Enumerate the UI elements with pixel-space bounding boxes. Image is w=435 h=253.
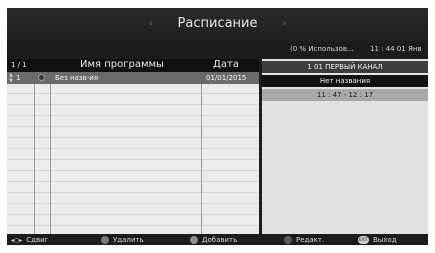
channel-name: 1 01 ПЕРВЫЙ КАНАЛ	[262, 61, 428, 73]
schedule-screen: ‹ Расписание › (0 % Использов... 11 : 44…	[7, 8, 428, 245]
schedule-list: ▲ ▼ 1 Без назв-ия 01/01/2015	[7, 72, 259, 239]
empty-grid-row	[7, 171, 259, 182]
row-date: 01/01/2015	[206, 74, 247, 82]
clock-text: 11 : 44 01 Янв	[370, 45, 422, 53]
green-button-icon	[190, 236, 198, 244]
empty-grid-row	[7, 182, 259, 193]
add-label: Добавить	[202, 236, 238, 244]
button-hint-bar: ◂○▸ Сдвиг Удалить Добавить Редакт. EXIT Вы…	[7, 234, 428, 245]
details-panel: 1 01 ПЕРВЫЙ КАНАЛ Нет названия 11 : 47 -…	[262, 59, 428, 239]
empty-grid-row	[7, 193, 259, 204]
empty-grid-row	[7, 204, 259, 215]
delete-hint[interactable]: Удалить	[101, 236, 144, 245]
schedule-list-header: 1 / 1 Имя программы Дата	[7, 59, 259, 72]
empty-grid-row	[7, 105, 259, 116]
column-divider	[201, 72, 202, 239]
edit-hint[interactable]: Редакт.	[284, 236, 324, 245]
title-bar: ‹ Расписание ›	[7, 8, 428, 42]
edit-label: Редакт.	[296, 236, 325, 244]
column-divider	[50, 72, 51, 239]
move-label: Сдвиг	[26, 236, 49, 244]
move-hint[interactable]: ◂○▸ Сдвиг	[11, 236, 48, 245]
empty-grid-row	[7, 215, 259, 226]
empty-grid-row	[7, 127, 259, 138]
column-header-program-name: Имя программы	[80, 59, 164, 70]
empty-grid-row	[7, 116, 259, 127]
page-count: 1 / 1	[11, 61, 27, 69]
add-hint[interactable]: Добавить	[190, 236, 237, 245]
page-title: Расписание	[177, 16, 258, 31]
exit-label: Выход	[373, 236, 397, 244]
delete-label: Удалить	[113, 236, 144, 244]
red-button-icon	[101, 236, 109, 244]
row-program-name: Без назв-ия	[55, 74, 99, 82]
up-down-arrows-icon: ▲ ▼	[9, 72, 13, 84]
row-number: 1	[16, 74, 21, 82]
storage-usage-text: (0 % Использов...	[290, 45, 354, 53]
left-right-arrows-icon: ◂○▸	[11, 236, 23, 244]
column-header-date: Дата	[213, 59, 239, 70]
table-row-selected[interactable]: ▲ ▼ 1 Без назв-ия 01/01/2015	[7, 72, 259, 84]
next-page-arrow-icon[interactable]: ›	[283, 19, 287, 29]
empty-grid-row	[7, 160, 259, 171]
program-title: Нет названия	[262, 75, 428, 87]
exit-hint[interactable]: EXIT Выход	[358, 236, 397, 245]
empty-grid-row	[7, 138, 259, 149]
exit-button-icon: EXIT	[358, 236, 369, 244]
empty-grid-row	[7, 149, 259, 160]
column-divider	[34, 72, 35, 239]
empty-grid-row	[7, 94, 259, 105]
program-time: 11 : 47 - 12 : 17	[262, 89, 428, 101]
timer-type-icon	[38, 74, 45, 81]
blue-button-icon	[284, 236, 292, 244]
empty-grid-row	[7, 83, 259, 94]
